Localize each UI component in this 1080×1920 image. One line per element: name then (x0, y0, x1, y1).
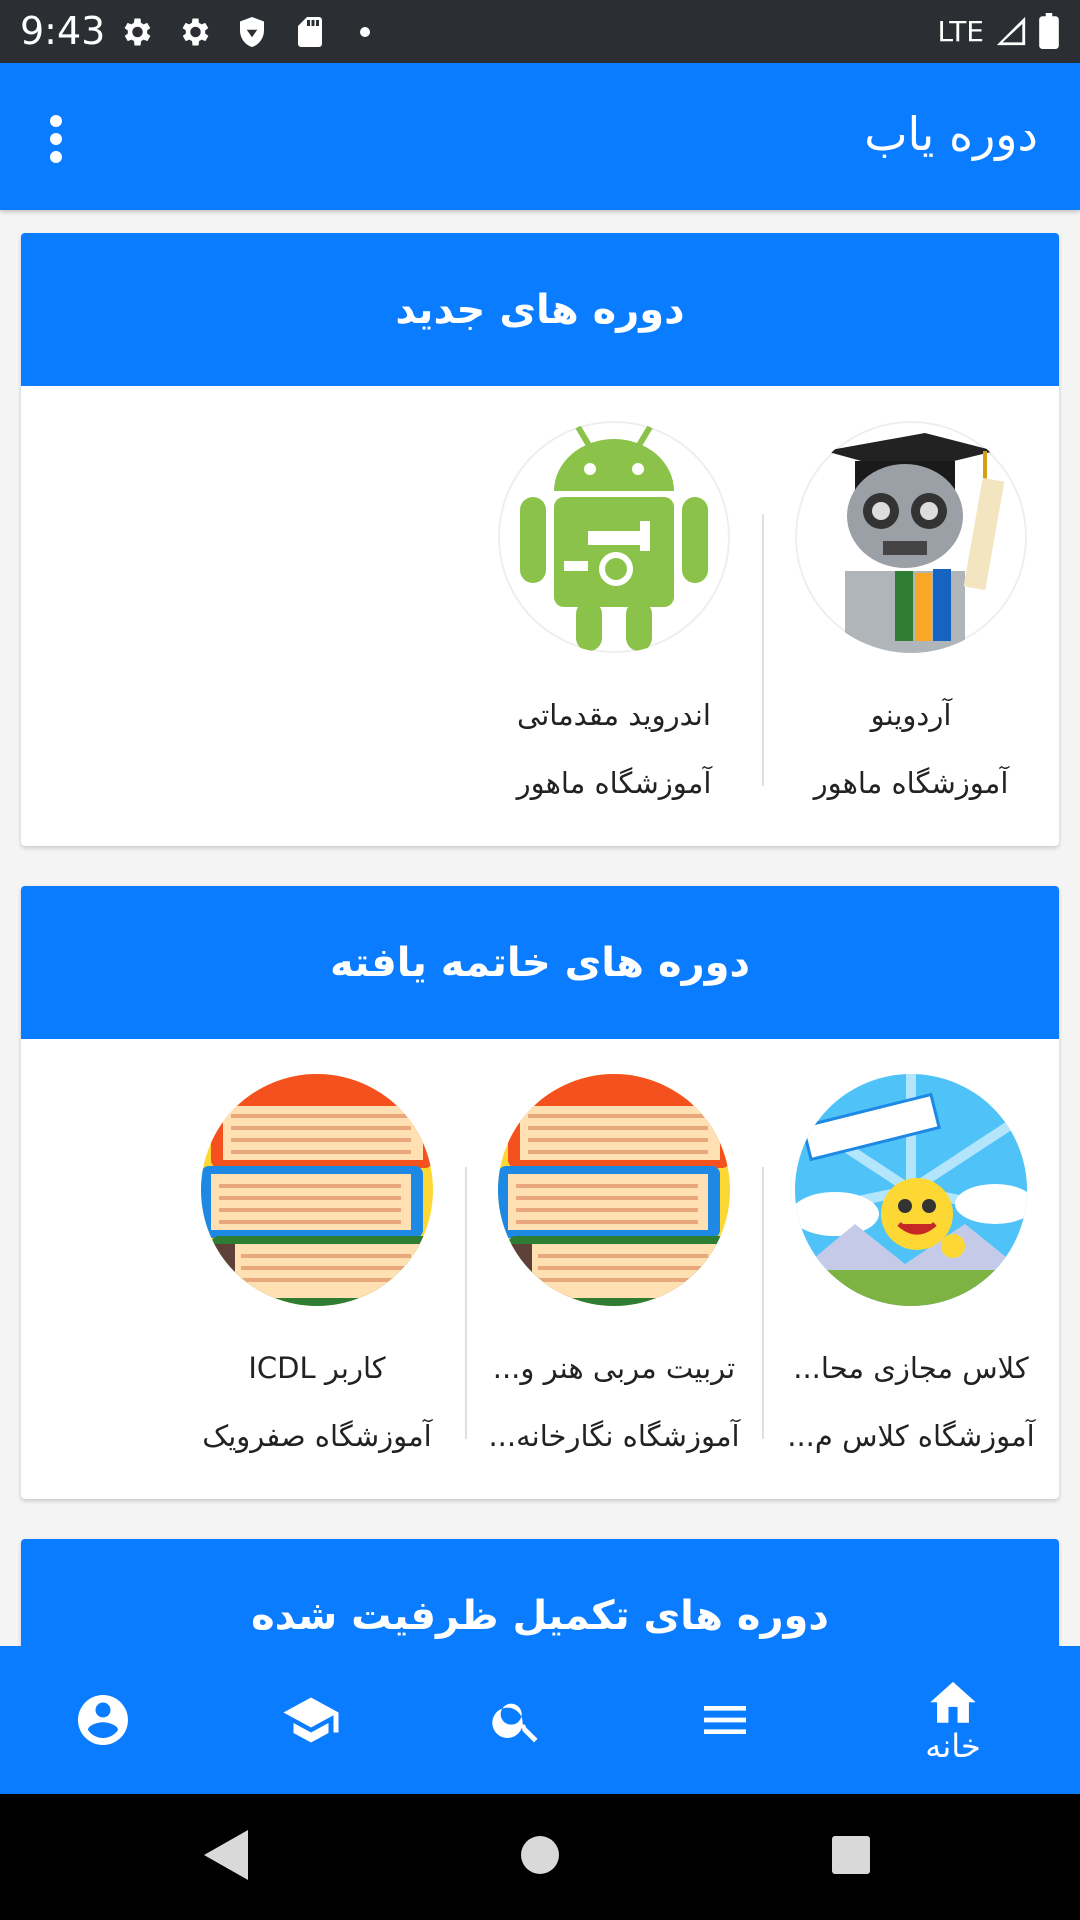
system-navigation-bar (0, 1794, 1080, 1920)
section-title: دوره های خاتمه یافته (21, 886, 1059, 1039)
settings-icon (182, 18, 209, 46)
home-icon (930, 1681, 976, 1723)
section-new-courses: دوره های جدید آردوینو آموزشگاه ماهور اند… (21, 233, 1059, 846)
network-type: LTE (937, 14, 984, 48)
robot-graduate-image (795, 421, 1027, 653)
course-item[interactable]: اندروید مقدماتی آموزشگاه ماهور (466, 386, 762, 846)
course-list[interactable]: آردوینو آموزشگاه ماهور اندروید مقدماتی آ… (21, 386, 1059, 846)
school-icon (283, 1697, 339, 1743)
sd-card-icon (298, 17, 322, 47)
institute-name: آموزشگاه کلاس م... (787, 1419, 1035, 1453)
institute-name: آموزشگاه صفرویک (202, 1419, 432, 1453)
course-title: تربیت مربی هنر و... (492, 1351, 736, 1385)
cartoon-station-image (795, 1074, 1027, 1306)
institute-name: آموزشگاه ماهور (813, 766, 1009, 800)
course-title: اندروید مقدماتی (517, 698, 711, 732)
course-item[interactable]: کاربر ICDL آموزشگاه صفرویک (169, 1039, 465, 1499)
recents-icon[interactable] (830, 1830, 872, 1880)
app-title: دوره یاب (864, 107, 1038, 161)
battery-icon (1039, 13, 1059, 49)
home-button-icon[interactable] (519, 1830, 561, 1880)
book-stack-image (498, 1074, 730, 1306)
course-list[interactable]: کلاس مجازی محا... آموزشگاه کلاس م... ترب… (21, 1039, 1059, 1499)
back-icon[interactable] (204, 1830, 248, 1880)
course-title: کاربر ICDL (248, 1351, 386, 1385)
nav-home-label: خانه (925, 1727, 981, 1765)
nav-courses[interactable] (236, 1646, 386, 1794)
overflow-menu-icon[interactable] (34, 109, 78, 169)
status-time: 9:43 (20, 9, 106, 53)
section-full-courses: دوره های تکمیل ظرفیت شده (21, 1539, 1059, 1646)
book-stack-image (201, 1074, 433, 1306)
section-title: دوره های تکمیل ظرفیت شده (21, 1539, 1059, 1646)
nav-profile[interactable] (28, 1646, 178, 1794)
android-robot-image (498, 421, 730, 653)
section-title: دوره های جدید (21, 233, 1059, 386)
item-divider (762, 1167, 764, 1439)
item-divider (465, 1167, 467, 1439)
nav-menu[interactable] (650, 1646, 800, 1794)
main-content[interactable]: دوره های جدید آردوینو آموزشگاه ماهور اند… (0, 210, 1080, 1646)
bottom-navigation: خانه (0, 1646, 1080, 1794)
system-status: LTE (937, 10, 1060, 52)
course-title: آردوینو (870, 698, 952, 732)
app-bar: دوره یاب (0, 63, 1080, 210)
section-finished-courses: دوره های خاتمه یافته کلاس مجازی محا... آ… (21, 886, 1059, 1499)
menu-icon (704, 1706, 746, 1734)
item-divider (762, 514, 764, 786)
signal-icon (996, 16, 1026, 46)
status-bar: 9:43 LTE (0, 0, 1080, 63)
shield-icon (240, 17, 264, 47)
course-item[interactable]: آردوینو آموزشگاه ماهور (763, 386, 1059, 846)
nav-home[interactable]: خانه (878, 1646, 1028, 1794)
course-item[interactable]: تربیت مربی هنر و... آموزشگاه نگارخانه... (466, 1039, 762, 1499)
course-item[interactable]: کلاس مجازی محا... آموزشگاه کلاس م... (763, 1039, 1059, 1499)
search-icon (492, 1703, 538, 1743)
course-title: کلاس مجازی محا... (793, 1351, 1029, 1385)
settings-icon (124, 18, 151, 46)
institute-name: آموزشگاه ماهور (516, 766, 712, 800)
nav-search[interactable] (442, 1646, 592, 1794)
more-notifications-dot (360, 27, 370, 37)
account-icon (78, 1695, 128, 1745)
notification-icons (118, 12, 370, 52)
institute-name: آموزشگاه نگارخانه... (488, 1419, 740, 1453)
